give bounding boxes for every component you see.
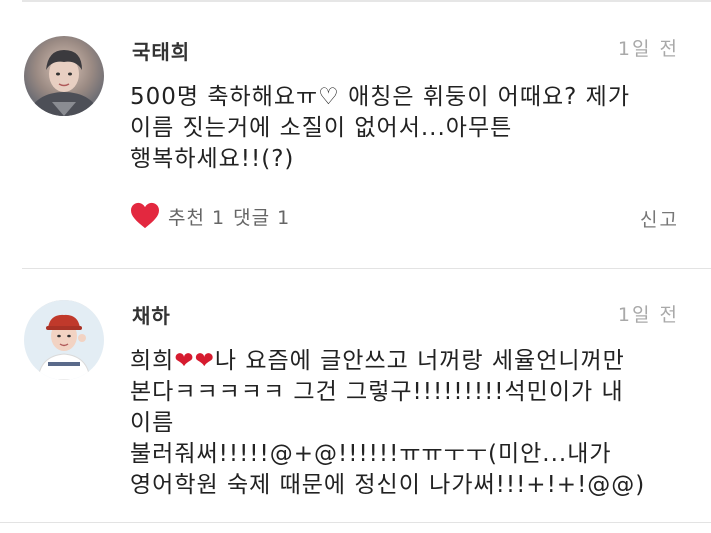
- like-heart-icon[interactable]: [130, 202, 160, 230]
- avatar[interactable]: [24, 300, 104, 380]
- comment-line: 영어학원 숙제 때문에 정신이 나가써!!!+!+!@@): [130, 472, 646, 498]
- timestamp: 1일 전: [617, 304, 679, 326]
- timestamp: 1일 전: [617, 38, 679, 60]
- reply-count[interactable]: 댓글 1: [233, 203, 290, 230]
- comment-item: 국태희 1일 전 500명 축하해요ㅠ♡ 애칭은 휘둥이 어때요? 제가 이름 …: [0, 18, 711, 268]
- username[interactable]: 국태희: [132, 36, 190, 65]
- bottom-divider: [0, 522, 711, 523]
- comment-line: 행복하세요!!(?): [130, 146, 295, 172]
- comment-line: 불러줘써!!!!!@+@!!!!!!ㅠㅠㅜㅜ(미안...내가: [130, 441, 612, 467]
- comment-line: 500명 축하해요ㅠ♡ 애칭은 휘둥이 어때요? 제가: [130, 84, 631, 110]
- avatar[interactable]: [24, 36, 104, 116]
- comment-text: 희희❤❤나 요즘에 글안쓰고 너꺼랑 세율언니꺼만 본다ㅋㅋㅋㅋㅋ 그건 그렇구…: [130, 346, 681, 501]
- comment-divider: [22, 268, 711, 269]
- report-button[interactable]: 신고: [640, 205, 679, 232]
- comment-item: 채하 1일 전 희희❤❤나 요즘에 글안쓰고 너꺼랑 세율언니꺼만 본다ㅋㅋㅋㅋ…: [0, 285, 711, 525]
- comment-line: 이름: [130, 410, 175, 436]
- like-count[interactable]: 추천 1: [168, 203, 225, 230]
- comment-text-segment: 나 요즘에 글안쓰고 너꺼랑 세율언니꺼만: [214, 348, 625, 374]
- comment-text: 500명 축하해요ㅠ♡ 애칭은 휘둥이 어때요? 제가 이름 짓는거에 소질이 …: [130, 82, 681, 175]
- username[interactable]: 채하: [132, 300, 171, 329]
- comment-text-segment: 희희: [130, 348, 175, 374]
- comment-actions: 추천 1 댓글 1: [130, 202, 290, 230]
- heart-emoji: ❤❤: [174, 348, 215, 374]
- comment-line: 희희❤❤나 요즘에 글안쓰고 너꺼랑 세율언니꺼만: [130, 346, 681, 377]
- comment-line: 본다ㅋㅋㅋㅋㅋ 그건 그렇구!!!!!!!!!석민이가 내: [130, 379, 624, 405]
- comment-line: 이름 짓는거에 소질이 없어서...아무튼: [130, 115, 513, 141]
- top-divider: [22, 0, 711, 2]
